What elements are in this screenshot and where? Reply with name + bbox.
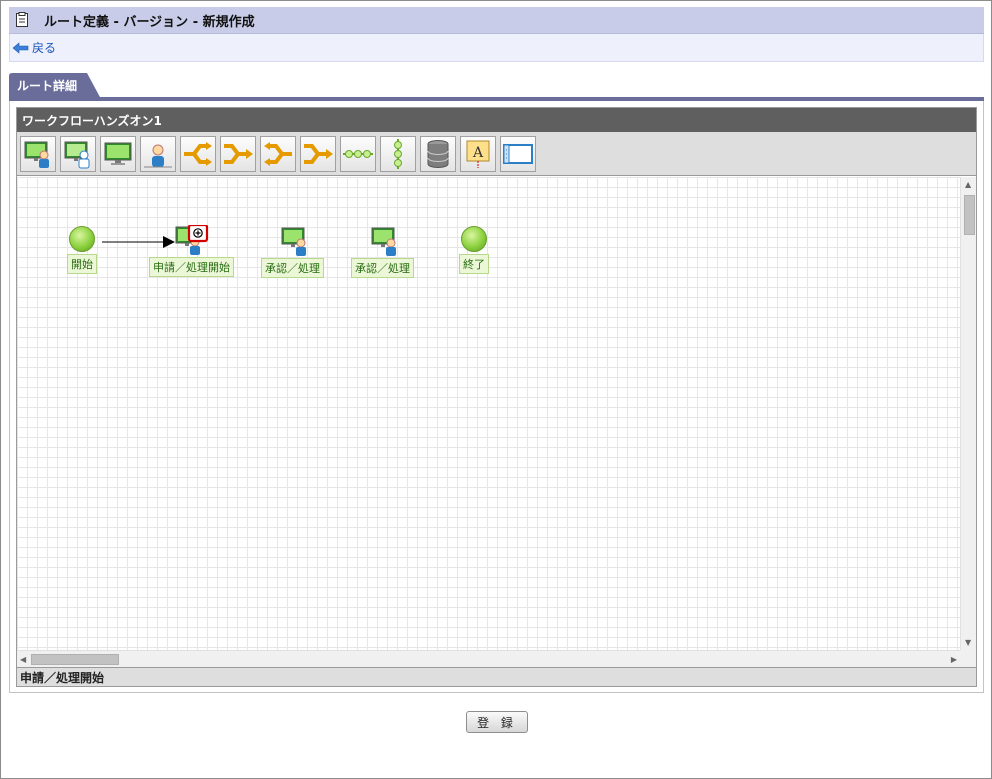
editor-title: ワークフローハンズオン1	[17, 108, 976, 132]
merge-back-button[interactable]	[300, 135, 336, 172]
node-label: 承認／処理	[351, 258, 414, 278]
node-approve-1[interactable]: 承認／処理	[261, 226, 324, 278]
end-icon	[461, 226, 487, 252]
node-end[interactable]: 終了	[459, 226, 489, 274]
scroll-corner	[960, 650, 976, 667]
svg-text:A: A	[472, 145, 484, 161]
vertical-line-button[interactable]	[380, 135, 416, 172]
branch-button[interactable]	[180, 135, 216, 172]
merge-back-icon	[304, 143, 333, 164]
window: ルート定義 - バージョン - 新規作成 戻る ルート詳細 ワークフローハンズオ…	[0, 0, 992, 779]
scroll-left-icon[interactable]: ◀	[20, 655, 26, 664]
register-button[interactable]: 登 録	[466, 711, 528, 733]
title-bar: ルート定義 - バージョン - 新規作成	[9, 7, 984, 34]
document-icon	[14, 12, 30, 28]
process-node-icon	[104, 142, 132, 165]
database-button[interactable]	[420, 135, 456, 172]
tab-label: ルート詳細	[17, 79, 78, 93]
nav-bar: 戻る	[9, 34, 984, 62]
route-detail-panel: ワークフローハンズオン1 A 開始 申請／処理開始 承認／処理 承認／処理 終了…	[9, 101, 984, 693]
node-start[interactable]: 開始	[67, 226, 97, 274]
back-link[interactable]: 戻る	[12, 39, 57, 56]
approval-node-alt-button[interactable]	[60, 135, 96, 172]
back-label: 戻る	[32, 41, 57, 55]
horizontal-scroll-thumb[interactable]	[31, 654, 119, 665]
horizontal-line-icon	[343, 149, 373, 158]
container-icon	[503, 143, 533, 164]
user-node-icon	[144, 144, 172, 167]
branch-back-button[interactable]	[260, 135, 296, 172]
node-label: 申請／処理開始	[149, 257, 234, 277]
database-icon	[427, 139, 449, 168]
text-annotation-icon: A	[466, 140, 490, 168]
editor-toolbar: A	[17, 132, 976, 176]
page-title: ルート定義 - バージョン - 新規作成	[44, 14, 255, 30]
approval-node-alt-icon	[64, 141, 90, 168]
horizontal-line-button[interactable]	[340, 135, 376, 172]
process-node-button[interactable]	[100, 135, 136, 172]
tab-route-detail[interactable]: ルート詳細	[9, 73, 101, 99]
merge-icon	[224, 143, 253, 164]
text-annotation-button[interactable]: A	[460, 135, 496, 172]
back-arrow-icon	[12, 41, 29, 54]
vertical-scroll-thumb[interactable]	[964, 195, 975, 235]
approval-node-icon	[281, 227, 306, 256]
vertical-scrollbar[interactable]: ▲ ▼	[960, 177, 976, 650]
approval-node-button[interactable]	[20, 135, 56, 172]
approval-node-icon	[371, 227, 396, 256]
start-icon	[69, 226, 95, 252]
node-label: 開始	[67, 254, 97, 274]
branch-back-icon	[264, 141, 292, 166]
scroll-up-icon[interactable]: ▲	[965, 180, 971, 189]
scroll-down-icon[interactable]: ▼	[965, 638, 971, 647]
approval-node-icon	[24, 141, 49, 168]
node-label: 承認／処理	[261, 258, 324, 278]
horizontal-scrollbar[interactable]: ◀ ▶	[17, 650, 960, 667]
merge-button[interactable]	[220, 135, 256, 172]
vertical-line-icon	[394, 138, 402, 169]
node-apply[interactable]: 申請／処理開始	[149, 225, 234, 277]
container-button[interactable]	[500, 135, 536, 172]
workflow-canvas[interactable]: 開始 申請／処理開始 承認／処理 承認／処理 終了	[17, 177, 976, 667]
node-label: 終了	[459, 254, 489, 274]
workflow-editor: ワークフローハンズオン1 A 開始 申請／処理開始 承認／処理 承認／処理 終了…	[16, 107, 977, 687]
approval-node-icon	[175, 225, 208, 255]
user-node-button[interactable]	[140, 135, 176, 172]
branch-icon	[184, 141, 212, 166]
selected-node-status: 申請／処理開始	[17, 667, 976, 686]
node-approve-2[interactable]: 承認／処理	[351, 226, 414, 278]
scroll-right-icon[interactable]: ▶	[951, 655, 957, 664]
